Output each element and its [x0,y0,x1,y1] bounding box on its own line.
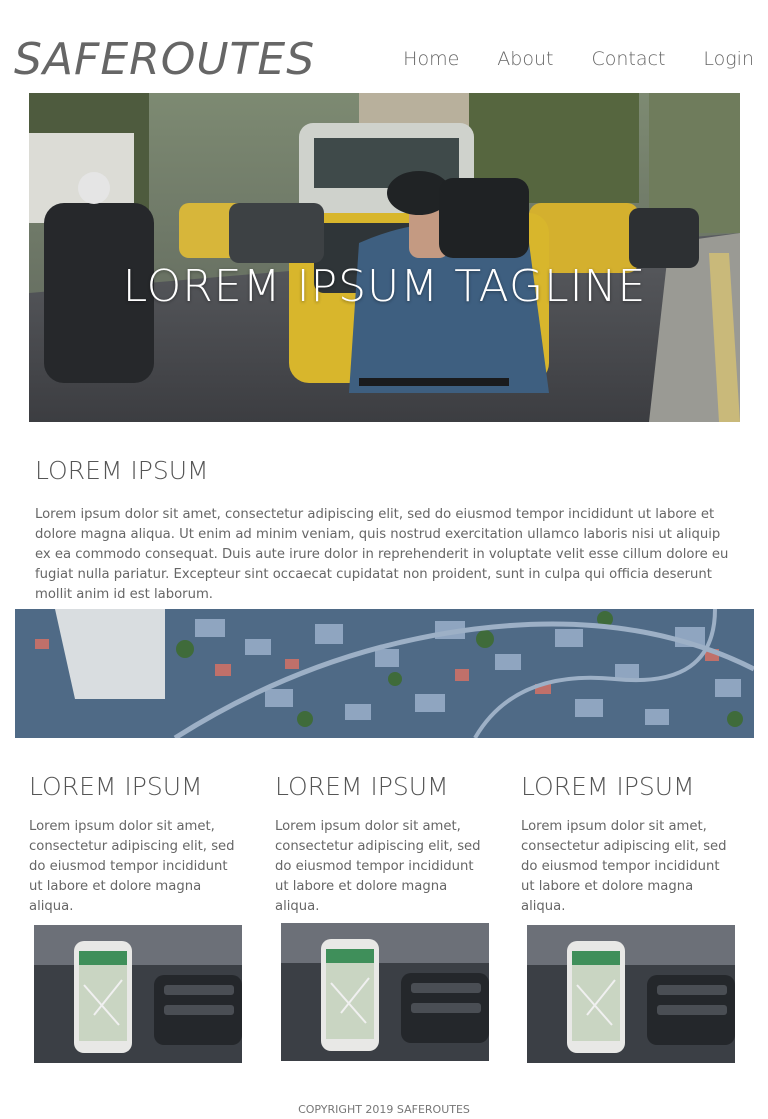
feature-column-2: LOREM IPSUM Lorem ipsum dolor sit amet, … [275,772,490,917]
aerial-neighborhood-photo [15,609,754,738]
phone-in-car-image [34,925,242,1063]
footer-copyright: COPYRIGHT 2019 SAFEROUTES [298,1103,470,1116]
feature-text: Lorem ipsum dolor sit amet, consectetur … [29,819,235,914]
feature-text: Lorem ipsum dolor sit amet, consectetur … [275,819,481,914]
phone-gps-photo [281,923,489,1061]
hero-image: LOREM IPSUM TAGLINE [29,93,740,422]
aerial-city-image [15,609,754,738]
cyclist-traffic-photo [29,93,740,422]
feature-text: Lorem ipsum dolor sit amet, consectetur … [521,819,727,914]
phone-in-car-image [527,925,735,1063]
phone-gps-photo [34,925,242,1063]
site-logo[interactable]: SAFEROUTES [14,34,315,86]
feature-column-1: LOREM IPSUM Lorem ipsum dolor sit amet, … [29,772,244,917]
intro-paragraph: Lorem ipsum dolor sit amet, consectetur … [35,507,729,602]
phone-gps-photo [527,925,735,1063]
nav-home-link[interactable]: Home [403,48,459,70]
phone-in-car-image [281,923,489,1061]
intro-heading: LOREM IPSUM [35,456,209,485]
nav-contact-link[interactable]: Contact [591,48,665,70]
feature-column-3: LOREM IPSUM Lorem ipsum dolor sit amet, … [521,772,736,917]
hero-tagline: LOREM IPSUM TAGLINE [122,261,647,312]
feature-heading: LOREM IPSUM [521,772,695,801]
feature-heading: LOREM IPSUM [29,772,203,801]
main-nav: Home About Contact Login [403,48,754,70]
nav-about-link[interactable]: About [497,48,553,70]
nav-login-link[interactable]: Login [703,48,754,70]
feature-heading: LOREM IPSUM [275,772,449,801]
